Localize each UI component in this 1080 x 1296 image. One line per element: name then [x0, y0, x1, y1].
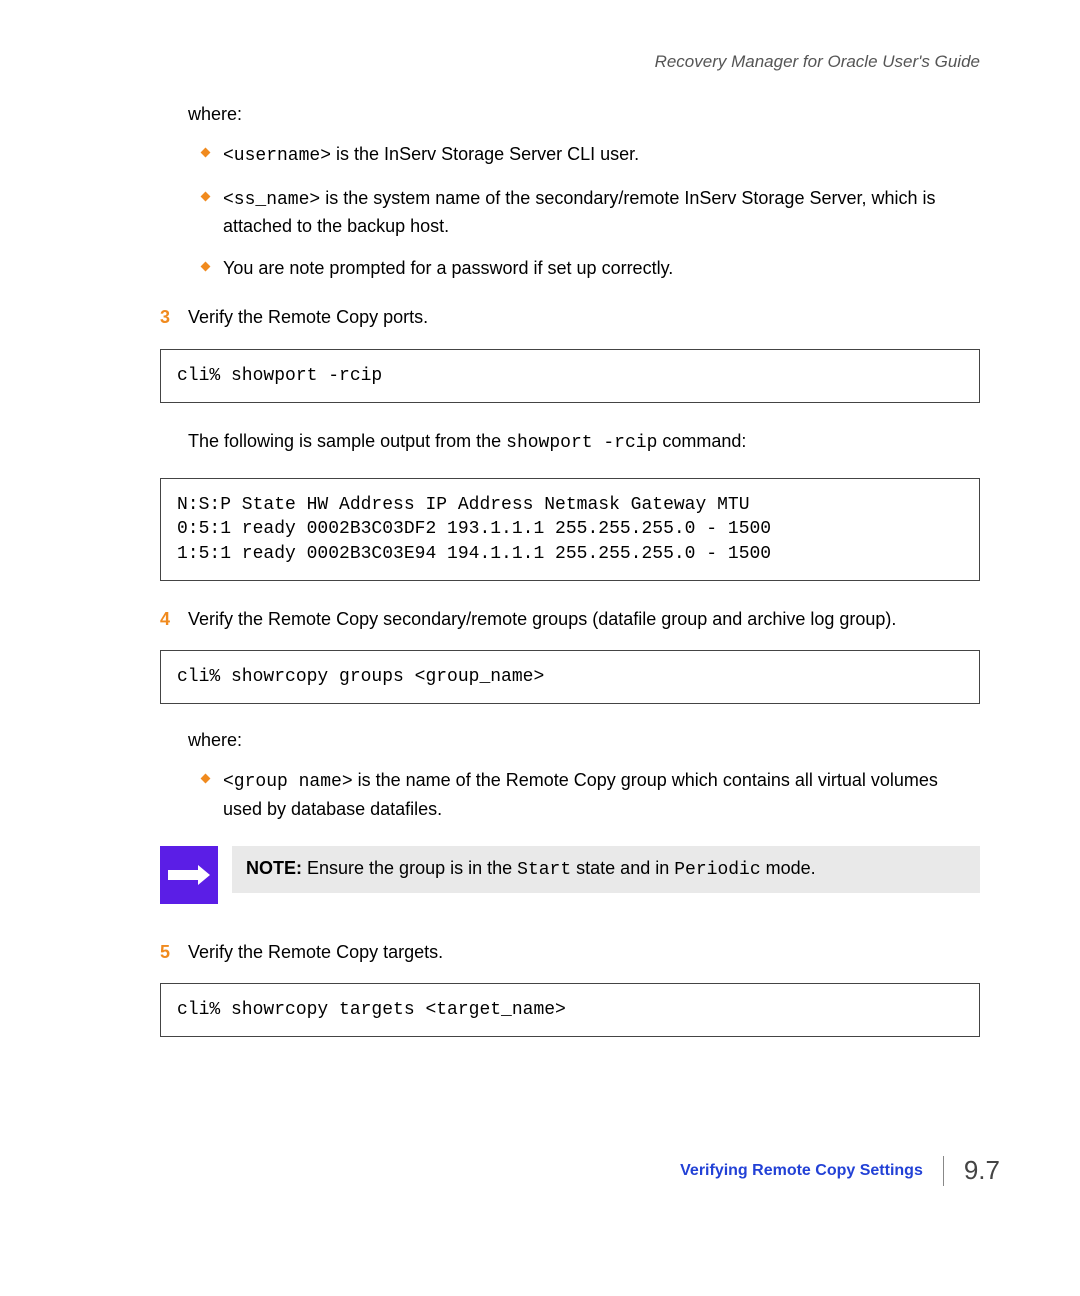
step-number: 5 [160, 940, 188, 965]
code-block: cli% showrcopy targets <target_name> [160, 983, 980, 1037]
step-text: Verify the Remote Copy ports. [188, 305, 428, 330]
step-text: Verify the Remote Copy targets. [188, 940, 443, 965]
diamond-bullet-icon [201, 148, 211, 158]
list-item: <group name> is the name of the Remote C… [202, 767, 980, 821]
code-block: N:S:P State HW Address IP Address Netmas… [160, 478, 980, 581]
header-guide-title: Recovery Manager for Oracle User's Guide [655, 52, 980, 72]
note-text: NOTE: Ensure the group is in the Start s… [232, 846, 980, 893]
footer-section-title: Verifying Remote Copy Settings [680, 1162, 923, 1180]
step-text: Verify the Remote Copy secondary/remote … [188, 607, 896, 632]
code-block: cli% showrcopy groups <group_name> [160, 650, 980, 704]
step-5: 5 Verify the Remote Copy targets. [160, 940, 980, 965]
code-block: cli% showport -rcip [160, 349, 980, 403]
diamond-bullet-icon [201, 192, 211, 202]
note-arrow-icon [160, 846, 218, 904]
note-block: NOTE: Ensure the group is in the Start s… [160, 846, 980, 904]
page-footer: Verifying Remote Copy Settings 9.7 [680, 1155, 1000, 1186]
list-item: You are note prompted for a password if … [202, 255, 980, 281]
page-number: 9.7 [964, 1155, 1000, 1186]
page-content: where: <username> is the InServ Storage … [188, 44, 980, 1037]
bullet-text: You are note prompted for a password if … [223, 255, 673, 281]
bullet-text: <group name> is the name of the Remote C… [223, 767, 980, 821]
bullet-text: <ss_name> is the system name of the seco… [223, 185, 980, 239]
document-page: Recovery Manager for Oracle User's Guide… [0, 0, 1080, 1296]
where-label-2: where: [188, 730, 980, 751]
bullet-list-2: <group name> is the name of the Remote C… [202, 767, 980, 821]
footer-divider [943, 1156, 944, 1186]
step-3: 3 Verify the Remote Copy ports. [160, 305, 980, 330]
bullet-text: <username> is the InServ Storage Server … [223, 141, 639, 169]
list-item: <ss_name> is the system name of the seco… [202, 185, 980, 239]
step-number: 4 [160, 607, 188, 632]
diamond-bullet-icon [201, 774, 211, 784]
list-item: <username> is the InServ Storage Server … [202, 141, 980, 169]
step-number: 3 [160, 305, 188, 330]
sample-output-intro: The following is sample output from the … [188, 429, 980, 456]
step-4: 4 Verify the Remote Copy secondary/remot… [160, 607, 980, 632]
where-label-1: where: [188, 104, 980, 125]
diamond-bullet-icon [201, 262, 211, 272]
bullet-list-1: <username> is the InServ Storage Server … [202, 141, 980, 281]
